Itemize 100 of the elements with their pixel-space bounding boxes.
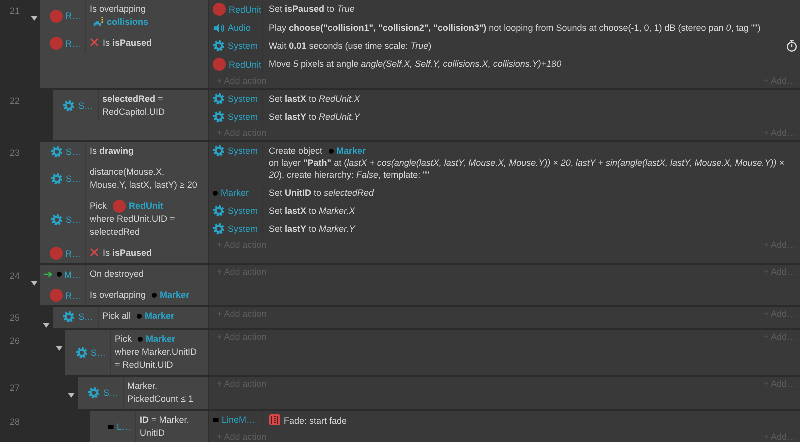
object-cell[interactable]: System [209, 220, 263, 238]
action-text: Set lastX to RedUnit.X [269, 94, 360, 104]
object-name: Audio [228, 23, 252, 33]
gear-icon [50, 146, 63, 158]
gear-icon [213, 145, 225, 157]
line-number: 26 [9, 335, 22, 348]
object-cell[interactable]: R… [40, 34, 86, 53]
caret-icon[interactable] [68, 393, 75, 398]
film-strip-icon [269, 414, 281, 426]
dot-icon [56, 272, 62, 278]
condition-text: distance(Mouse.X, Mouse.Y, lastX, lastY) ≥ 20 [90, 166, 198, 192]
condition-row[interactable]: ID = Marker. UnitID [136, 411, 208, 442]
condition-row[interactable]: Pick all Marker [98, 307, 208, 326]
dot-icon [213, 190, 218, 196]
action-text: Move 5 pixels at angle angle(Self.X, Self.Y, collisions.X, collisions.Y)+180 [269, 59, 562, 69]
circle-icon [50, 247, 62, 260]
object-cell[interactable]: S… [40, 163, 86, 195]
line-number: 25 [9, 312, 22, 326]
object-cell[interactable]: S… [40, 197, 86, 242]
object-name: S… [66, 146, 81, 156]
condition-row[interactable]: Is overlapping collisions [86, 0, 208, 32]
object-cell[interactable]: System [209, 90, 263, 108]
action-text: Set UnitID to selectedRed [269, 188, 374, 198]
condition-text: Is overlapping [90, 3, 146, 16]
object-cell[interactable]: L… [90, 411, 136, 442]
object-cell[interactable]: S… [52, 90, 98, 122]
action-text: Fade: start fade [284, 416, 348, 426]
condition-row[interactable]: Pick Marker where Marker.UnitID = RedUnit.UID [111, 330, 208, 376]
condition-row[interactable]: distance(Mouse.X, Mouse.Y, lastX, lastY) ≥ 20 [86, 163, 208, 195]
circle-icon [113, 200, 126, 214]
condition-row[interactable]: Is isPaused [86, 34, 208, 53]
caret-icon[interactable] [56, 346, 62, 352]
condition-row[interactable]: selectedRed = RedCapitol.UID [98, 90, 208, 122]
object-name: L… [116, 422, 131, 432]
object-cell[interactable]: S… [65, 330, 111, 376]
cross-icon [90, 38, 99, 47]
condition-row[interactable]: Is drawing [86, 142, 208, 161]
action-text: Play choose("collision1", "collision2", "collision3") not looping from Sounds at choose(-1, 0, 1) dB (stereo pan 0, tag "") [269, 23, 761, 33]
gear-icon [213, 205, 225, 217]
condition-text: Pick all [102, 310, 132, 324]
object-cell[interactable]: R… [40, 286, 86, 306]
object-cell[interactable]: RedUnit [209, 0, 263, 19]
object-name: System [228, 224, 258, 234]
condition-text: Is drawing [90, 145, 134, 158]
circle-icon [50, 37, 62, 50]
condition-row[interactable]: On destroyed [86, 265, 208, 284]
object-name: LineM… [222, 415, 256, 426]
object-name: S… [78, 312, 94, 322]
object-name: R… [66, 38, 81, 48]
object-name: collisions [107, 17, 149, 27]
object-cell[interactable]: System [209, 37, 263, 55]
condition-row[interactable]: Is overlapping Marker [86, 286, 208, 306]
line-number: 23 [9, 147, 22, 160]
gear-icon [88, 387, 100, 400]
object-cell[interactable]: R… [40, 244, 86, 264]
action-text: Wait 0.01 seconds (use time scale: True) [269, 41, 432, 51]
object-cell[interactable]: M… [40, 265, 86, 284]
caret-icon[interactable] [30, 281, 38, 286]
object-cell[interactable]: S… [40, 142, 86, 161]
object-name: RedUnit [129, 201, 164, 211]
action-text: Set lastX to Marker.X [269, 206, 356, 216]
circle-icon [50, 289, 62, 302]
line-number: 22 [9, 95, 22, 108]
condition-row[interactable]: Pick RedUnit where RedUnit.UID = selectedRed [86, 197, 208, 242]
caret-icon[interactable] [43, 323, 50, 328]
stopwatch-icon [786, 40, 798, 52]
dot-icon [138, 337, 144, 342]
action-text: Create object [269, 146, 323, 156]
object-cell[interactable]: S… [52, 307, 98, 326]
dot-icon [152, 293, 158, 298]
object-cell[interactable]: LineM… [209, 411, 263, 430]
object-name: System [228, 206, 258, 216]
condition-row[interactable]: Is isPaused [86, 244, 208, 264]
object-cell[interactable]: System [209, 142, 263, 160]
object-cell[interactable]: S… [78, 377, 124, 410]
condition-text: where Marker.UnitID = RedUnit.UID [115, 346, 198, 372]
object-cell[interactable]: System [209, 108, 263, 126]
condition-text: where RedUnit.UID = selectedRed [90, 213, 176, 240]
gear-icon [50, 173, 63, 185]
gear-icon [213, 223, 225, 235]
condition-text: Pick [90, 200, 108, 213]
gear-icon [213, 111, 225, 123]
gear-icon [63, 310, 76, 323]
object-name: Marker [146, 334, 176, 344]
action-text: on layer "Path" at (lastX + cos(angle(lastX, lastY, Mouse.X, Mouse.Y)) × 20, lastY + sin(angle(lastX, lastY, Mouse.X, Mouse.Y)) × 20), create hierarchy: False, template: "" [269, 157, 786, 181]
object-name: M… [64, 270, 81, 280]
object-name: System [228, 41, 258, 51]
circle-icon [213, 3, 226, 16]
action-text: Set isPaused to True [269, 4, 355, 14]
caret-icon[interactable] [30, 16, 38, 21]
condition-text: selectedRed = RedCapitol.UID [102, 93, 166, 119]
object-cell[interactable]: Marker [209, 184, 263, 202]
object-cell[interactable]: Audio [209, 19, 263, 37]
tilemap-icon [93, 17, 104, 28]
object-name: Marker [336, 146, 366, 156]
condition-row[interactable]: Marker. PickedCount ≤ 1 [124, 377, 208, 410]
object-cell[interactable]: System [209, 202, 263, 220]
object-cell[interactable]: R… [40, 0, 86, 32]
object-name: System [228, 146, 258, 156]
object-cell[interactable]: RedUnit [209, 55, 263, 74]
